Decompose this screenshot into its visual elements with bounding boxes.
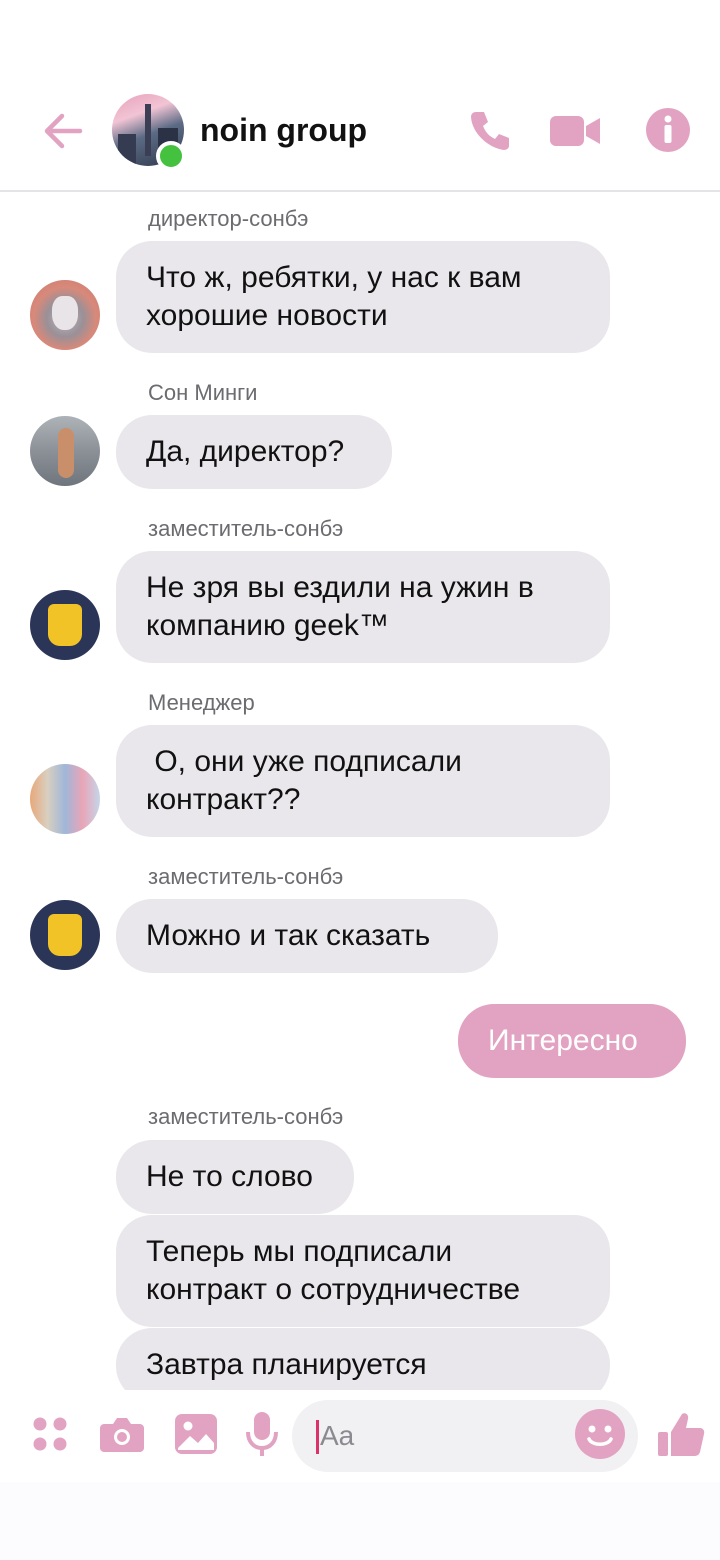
chat-header: noin group	[0, 0, 720, 192]
online-status-dot	[156, 141, 186, 171]
message-bubble[interactable]: Что ж, ребятки, у нас к вам хорошие ново…	[116, 241, 610, 353]
back-arrow-icon[interactable]	[40, 108, 86, 154]
sender-name: заместитель-сонбэ	[148, 516, 344, 541]
text-caret	[316, 1420, 319, 1454]
sender-name: заместитель-сонбэ	[148, 1104, 344, 1129]
message-list[interactable]: директор-сонбэ Что ж, ребятки, у нас к в…	[0, 192, 720, 1390]
microphone-icon[interactable]	[238, 1410, 286, 1458]
sender-name: директор-сонбэ	[148, 206, 309, 231]
message-input[interactable]: Aa	[292, 1400, 638, 1472]
message-bubble[interactable]: Можно и так сказать	[116, 899, 498, 973]
composer-bar: Aa	[0, 1392, 720, 1482]
thumbs-up-icon[interactable]	[656, 1410, 706, 1458]
bottom-area	[0, 1482, 720, 1560]
sender-name: Менеджер	[148, 690, 255, 715]
apps-grid-icon[interactable]	[26, 1410, 74, 1458]
message-bubble[interactable]: Да, директор?	[116, 415, 392, 489]
sender-name: заместитель-сонбэ	[148, 864, 344, 889]
avatar[interactable]	[30, 900, 100, 970]
info-icon[interactable]	[644, 106, 692, 154]
phone-icon[interactable]	[466, 106, 514, 154]
message-bubble[interactable]: Не зря вы ездили на ужин в компанию geek…	[116, 551, 610, 663]
message-bubble[interactable]: О, они уже подписали контракт??	[116, 725, 610, 837]
emoji-icon[interactable]	[574, 1408, 626, 1460]
camera-icon[interactable]	[98, 1410, 146, 1458]
avatar[interactable]	[30, 416, 100, 486]
message-input-placeholder: Aa	[320, 1420, 355, 1451]
message-bubble[interactable]: Не то слово	[116, 1140, 354, 1214]
avatar[interactable]	[30, 280, 100, 350]
image-icon[interactable]	[172, 1410, 220, 1458]
chat-title[interactable]: noin group	[200, 110, 367, 150]
avatar[interactable]	[30, 764, 100, 834]
message-bubble[interactable]: Теперь мы подписали контракт о сотруднич…	[116, 1215, 610, 1327]
avatar[interactable]	[30, 590, 100, 660]
video-camera-icon[interactable]	[548, 106, 602, 154]
message-bubble[interactable]: Завтра планируется	[116, 1328, 610, 1390]
own-message-bubble[interactable]: Интересно	[458, 1004, 686, 1078]
sender-name: Сон Минги	[148, 380, 258, 405]
